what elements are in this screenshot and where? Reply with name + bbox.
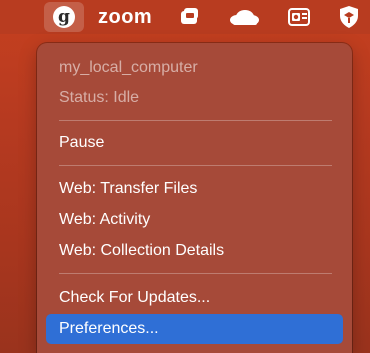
zoom-icon[interactable]: zoom xyxy=(98,0,152,34)
shield-icon[interactable] xyxy=(334,0,364,34)
separator xyxy=(59,273,332,274)
web-collection-details-menu-item[interactable]: Web: Collection Details xyxy=(59,238,340,264)
separator xyxy=(59,165,332,166)
cloud-icon-svg xyxy=(230,10,259,25)
globus-connect-icon[interactable]: g xyxy=(44,2,84,32)
preferences-menu-item[interactable]: Preferences... xyxy=(59,316,340,342)
separator xyxy=(59,120,332,121)
app-icon-svg xyxy=(181,8,198,24)
outlook-icon-svg xyxy=(288,8,310,26)
status-label: Status: Idle xyxy=(59,89,140,106)
dropdown-menu: my_local_computer Status: Idle Pause Web… xyxy=(37,43,352,353)
cloud-icon[interactable] xyxy=(224,0,264,34)
check-for-updates-menu-item[interactable]: Check For Updates... xyxy=(59,285,340,311)
web-transfer-files-menu-item[interactable]: Web: Transfer Files xyxy=(59,176,340,202)
globus-glyph: g xyxy=(53,6,75,28)
web-activity-menu-item[interactable]: Web: Activity xyxy=(59,207,340,233)
outlook-icon[interactable] xyxy=(284,0,314,34)
menu-bar: g zoom xyxy=(0,0,370,34)
computer-name-label: my_local_computer xyxy=(59,59,198,76)
app-icon[interactable] xyxy=(175,0,205,34)
shield-icon-svg xyxy=(340,6,358,28)
pause-menu-item[interactable]: Pause xyxy=(59,130,340,156)
